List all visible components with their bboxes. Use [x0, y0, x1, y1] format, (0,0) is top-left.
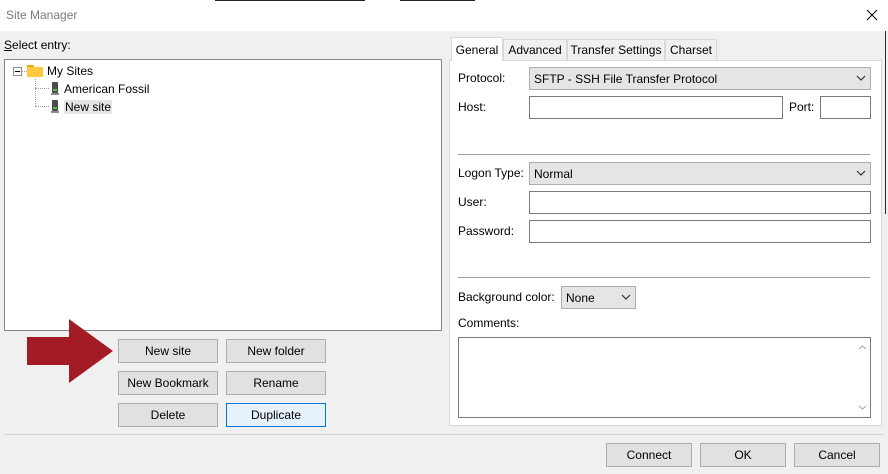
tree-item-american-fossil[interactable]: American Fossil [51, 80, 149, 97]
window-title: Site Manager [6, 8, 78, 22]
arrow-pointer-icon [27, 319, 113, 383]
cancel-label: Cancel [818, 448, 856, 462]
server-icon [51, 99, 59, 114]
ok-button[interactable]: OK [700, 443, 786, 467]
delete-button[interactable]: Delete [118, 403, 218, 427]
protocol-label: Protocol: [458, 71, 506, 85]
tree-item-label: American Fossil [64, 81, 150, 96]
new-folder-label: New folder [247, 344, 305, 358]
select-entry-text: elect entry: [12, 38, 71, 52]
tab-general[interactable]: General [451, 37, 503, 61]
new-bookmark-button[interactable]: New Bookmark [118, 371, 218, 395]
connect-button[interactable]: Connect [606, 443, 692, 467]
tree-line [35, 106, 49, 107]
background-edge [400, 0, 475, 1]
tab-label: Charset [669, 43, 713, 57]
tree-item-label: New site [64, 99, 113, 114]
duplicate-label: Duplicate [250, 408, 302, 422]
port-label: Port: [789, 100, 815, 114]
tree-item-label: My Sites [47, 63, 94, 78]
ok-label: OK [734, 448, 752, 462]
chevron-down-icon [856, 170, 866, 176]
tree-item-my-sites[interactable]: My Sites [27, 62, 93, 79]
password-input[interactable] [529, 220, 871, 243]
scroll-up-icon[interactable] [858, 344, 867, 351]
new-bookmark-label: New Bookmark [127, 376, 209, 390]
tab-label: Transfer Settings [570, 43, 662, 57]
rename-label: Rename [253, 376, 299, 390]
protocol-value: SFTP - SSH File Transfer Protocol [534, 71, 718, 86]
divider [458, 277, 870, 278]
rename-button[interactable]: Rename [226, 371, 326, 395]
chevron-down-icon [856, 75, 866, 81]
background-color-value: None [566, 290, 595, 305]
new-site-button[interactable]: New site [118, 339, 218, 363]
tree-line [35, 88, 49, 89]
comments-label: Comments: [458, 316, 520, 330]
protocol-select[interactable]: SFTP - SSH File Transfer Protocol [529, 67, 871, 90]
chevron-down-icon [621, 294, 631, 300]
background-color-select[interactable]: None [561, 286, 636, 309]
title-bar [0, 0, 888, 31]
connect-label: Connect [626, 448, 672, 462]
collapse-toggle[interactable] [13, 67, 22, 76]
tree-item-new-site[interactable]: New site [51, 98, 113, 115]
port-input[interactable] [820, 96, 871, 119]
footer-divider [4, 434, 884, 435]
tab-advanced[interactable]: Advanced [503, 39, 567, 60]
site-tree[interactable]: My Sites American Fossil New site [4, 59, 442, 331]
tab-label: Advanced [508, 43, 562, 57]
tab-transfer-settings[interactable]: Transfer Settings [567, 39, 665, 60]
user-label: User: [458, 195, 487, 209]
logon-type-value: Normal [534, 166, 573, 181]
folder-icon [27, 64, 43, 77]
logon-type-select[interactable]: Normal [529, 162, 871, 185]
password-label: Password: [458, 224, 515, 238]
close-button[interactable] [856, 3, 888, 27]
duplicate-button[interactable]: Duplicate [226, 403, 326, 427]
host-label: Host: [458, 100, 487, 114]
background-color-label: Background color: [458, 290, 555, 304]
delete-label: Delete [150, 408, 186, 422]
tab-charset[interactable]: Charset [665, 39, 717, 60]
background-edge [885, 31, 886, 214]
divider [458, 154, 870, 155]
host-input[interactable] [529, 96, 783, 119]
server-icon [51, 81, 59, 96]
new-folder-button[interactable]: New folder [226, 339, 326, 363]
scroll-down-icon[interactable] [858, 404, 867, 411]
tree-line [35, 79, 36, 106]
select-entry-label: Select entry: [4, 38, 71, 52]
close-icon [866, 9, 878, 21]
tab-label: General [455, 42, 499, 57]
new-site-label: New site [144, 344, 191, 358]
cancel-button[interactable]: Cancel [794, 443, 880, 467]
logon-type-label: Logon Type: [458, 166, 524, 180]
user-input[interactable] [529, 191, 871, 214]
comments-textarea[interactable] [458, 337, 871, 418]
background-edge [215, 0, 365, 1]
